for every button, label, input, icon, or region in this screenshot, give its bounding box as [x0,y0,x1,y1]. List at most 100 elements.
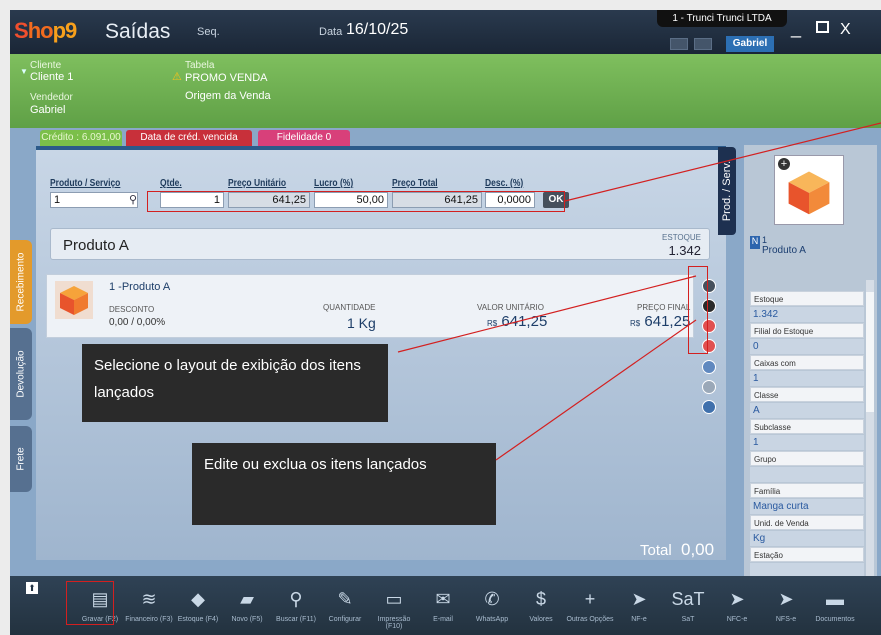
toolbar-label: E-mail [433,616,453,623]
date-value: 16/10/25 [346,21,409,38]
toolbar-button-box[interactable]: ◆ Estoque (F4) [174,586,222,623]
info-icon[interactable] [702,380,716,394]
valor-unitario-amount: 641,25 [501,313,548,330]
scroll-down-icon[interactable] [702,400,716,414]
loyalty-badge: Fidelidade 0 [258,130,350,146]
currency-label: R$ [487,319,498,328]
toolbar-button-whatsapp[interactable]: ✆ WhatsApp [468,586,516,623]
attribute-value: 1.342 [750,307,864,322]
vendedor-label: Vendedor [30,92,73,103]
product-name: Produto A [63,237,129,254]
product-code: 1 [762,235,768,245]
tabela-field[interactable]: PROMO VENDA [185,73,268,84]
seq-label: Seq. [197,26,220,38]
search-icon: ⚲ [289,589,303,609]
tab-recebimento-label: Recebimento [15,252,27,312]
nfe-icon: ➤ [631,589,647,609]
toolbar-label: WhatsApp [475,616,509,623]
toolbar-button-email[interactable]: ✉ E-mail [419,586,467,623]
vendedor-field[interactable]: Gabriel [30,105,65,116]
nav-prev-button[interactable] [670,38,688,50]
tab-devolucao-label: Devolução [15,350,27,398]
desconto-label: DESCONTO [109,305,155,314]
quantidade-label: QUANTIDADE [323,303,376,312]
preco-final-amount: 641,25 [644,313,691,330]
toolbar-button-printer[interactable]: ▭ Impressão (F10) [370,586,418,630]
folder-icon: ▬ [826,589,844,609]
product-name-bar: Produto A ESTOQUE 1.342 [50,228,710,260]
valor-unitario-value: R$ 641,25 [487,313,547,330]
tab-prod-serv-label: Prod. / Serv. [721,160,733,222]
bottom-toolbar: ⬆ ▤ Gravar (F2) ≋ Financeiro (F3) ◆ Estoque (… [10,576,881,635]
sale-header: ▼ Cliente Cliente 1 Vendedor Gabriel Tab… [10,54,881,128]
toolbar-button-dollar[interactable]: $ Valores [517,586,565,623]
attribute-value: 1 [750,435,864,450]
produto-input[interactable]: 1 [50,192,138,208]
maximize-button[interactable] [816,21,829,33]
toolbar-button-search[interactable]: ⚲ Buscar (F11) [272,586,320,623]
toolbar-label: Impressão (F10) [377,616,411,630]
tab-devolucao[interactable]: Devolução [10,328,32,420]
estoque-label: ESTOQUE [662,233,701,242]
scrollbar[interactable] [866,280,874,580]
box-icon: ◆ [191,589,205,609]
attribute-label: Unid. de Venda [750,515,864,530]
toolbar-label: Documentos [815,616,855,623]
toolbar-button-eraser[interactable]: ▰ Novo (F5) [223,586,271,623]
minimize-button[interactable]: _ [791,18,801,39]
search-icon[interactable]: ⚲ [129,193,137,206]
estoque-value: 1.342 [668,243,701,258]
cliente-label: Cliente [30,60,62,71]
product-title: Produto A [762,245,806,256]
toolbar-button-coins[interactable]: ≋ Financeiro (F3) [125,586,173,623]
toolbar-label: SaT [681,616,695,623]
attribute-label: Estação [750,547,864,562]
nav-next-button[interactable] [694,38,712,50]
plus-icon: + [584,589,596,609]
preco-unit-label: Preço Unitário [228,178,287,189]
highlight-box-actions [688,266,708,354]
nfse-icon: ➤ [778,589,794,609]
cliente-field[interactable]: Cliente 1 [30,72,73,83]
expand-arrow-icon[interactable]: ▼ [20,66,28,77]
product-detail-panel: + N 1 Produto A Estoque 1.342 Filial do Es… [744,145,877,610]
qtde-label: Qtde. [160,178,182,189]
toolbar-button-nfce[interactable]: ➤ NFC-e [713,586,761,623]
scrollbar-thumb[interactable] [866,292,874,412]
toolbar-button-nfse[interactable]: ➤ NFS-e [762,586,810,623]
app-window: Shop9 Saídas Seq. Data 16/10/25 1 - Trun… [10,10,881,635]
list-item[interactable]: 1 -Produto A DESCONTO 0,00 / 0,00% QUANT… [46,274,694,338]
attribute-label: Caixas com [750,355,864,370]
quantidade-value: 1 Kg [347,315,376,331]
attribute-label: Família [750,483,864,498]
toolbar-label: Novo (F5) [231,616,263,623]
toolbar-label: Valores [529,616,553,623]
toolbar-button-wrench[interactable]: ✎ Configurar [321,586,369,623]
item-name: 1 -Produto A [109,281,171,293]
tab-frete[interactable]: Frete [10,426,32,492]
toolbar-label: NFS-e [775,616,797,623]
attribute-label: Subclasse [750,419,864,434]
desc-label: Desc. (%) [485,178,524,189]
origem-label[interactable]: Origem da Venda [185,91,271,102]
toolbar-label: NFC-e [726,616,748,623]
tab-recebimento[interactable]: Recebimento [10,240,32,324]
add-image-icon[interactable]: + [778,158,790,170]
tab-prod-serv[interactable]: Prod. / Serv. [718,147,736,235]
total-label: Total [640,542,672,559]
toolbar-label: Buscar (F11) [276,616,316,623]
total-value: 0,00 [681,540,715,559]
toolbar-label: Configurar [328,616,362,623]
attribute-value: 1 [750,371,864,386]
tab-frete-label: Frete [15,447,27,471]
pin-icon[interactable]: ⬆ [26,582,38,594]
user-tab[interactable]: Gabriel [726,36,774,52]
toolbar-button-plus[interactable]: + Outras Opções [566,586,614,623]
toolbar-button-folder[interactable]: ▬ Documentos [811,586,859,623]
callout-layout: Selecione o layout de exibição dos itens… [82,344,388,422]
toolbar-button-nfe[interactable]: ➤ NF-e [615,586,663,623]
move-item-icon[interactable] [702,360,716,374]
toolbar-button-sat[interactable]: SaT SaT [664,586,712,623]
toolbar-label: Outras Opções [566,616,614,623]
close-button[interactable]: X [840,21,851,39]
